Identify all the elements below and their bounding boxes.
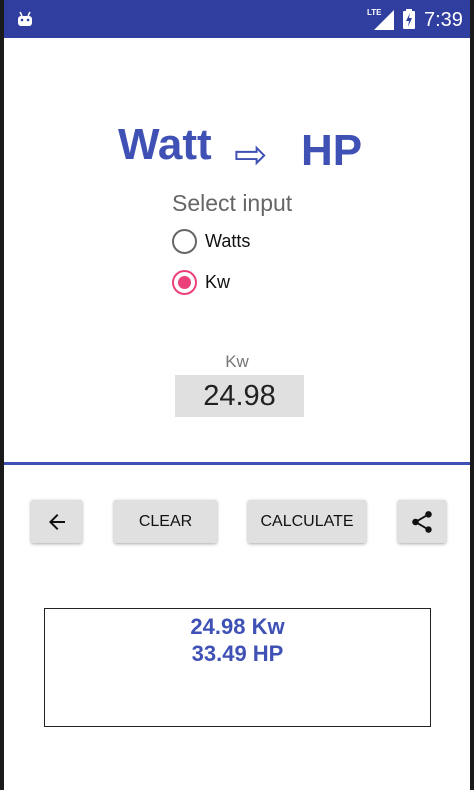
value-input[interactable]: 24.98 <box>175 375 304 417</box>
select-input-label: Select input <box>172 190 293 216</box>
divider <box>4 462 470 465</box>
clock: 7:39 <box>424 9 463 31</box>
share-icon <box>412 510 432 533</box>
page-title: Watt ⇨ HP <box>4 118 470 178</box>
radio-button-watts[interactable] <box>172 229 197 254</box>
result-line-kw: 24.98 Kw <box>190 614 285 639</box>
back-button[interactable] <box>31 500 82 543</box>
arrow-icon: ⇨ <box>234 133 268 177</box>
android-icon <box>18 11 32 26</box>
radio-label-watts: Watts <box>205 231 251 251</box>
calculate-button[interactable]: CALCULATE <box>248 500 366 543</box>
to-unit-title: HP <box>301 126 363 175</box>
battery-charging-icon <box>403 9 415 29</box>
radio-label-kw: Kw <box>205 272 231 292</box>
signal-icon <box>374 10 394 30</box>
result-box: 24.98 Kw 33.49 HP <box>44 608 431 727</box>
arrow-left-icon <box>48 513 65 530</box>
radio-button-kw[interactable] <box>172 270 197 295</box>
input-field-label: Kw <box>225 352 249 371</box>
clear-button[interactable]: CLEAR <box>114 500 217 543</box>
status-bar: LTE 7:39 <box>4 0 470 38</box>
app-screen: LTE 7:39 Watt ⇨ HP Select input Watts Kw… <box>4 0 470 790</box>
share-button[interactable] <box>398 500 446 543</box>
result-line-hp: 33.49 HP <box>191 641 284 666</box>
from-unit-title: Watt <box>118 120 212 169</box>
